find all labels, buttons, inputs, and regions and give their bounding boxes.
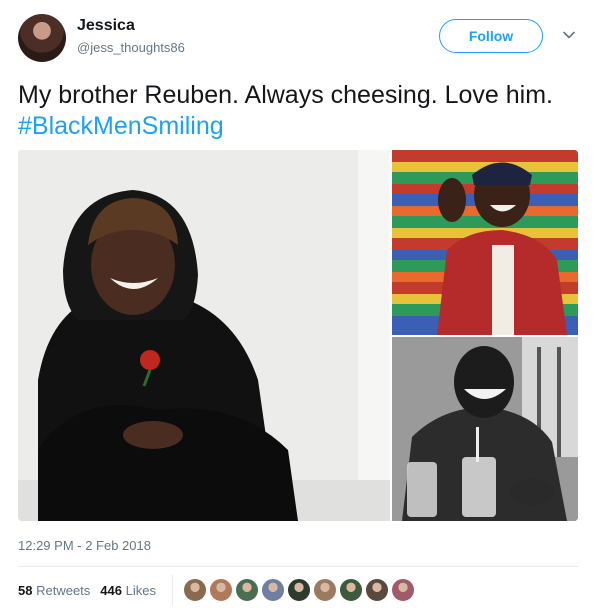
tweet-body: My brother Reuben. Always cheesing. Love… <box>18 81 553 109</box>
liker-avatar[interactable] <box>287 578 311 602</box>
retweets-count: 58 <box>18 583 33 598</box>
liker-avatar[interactable] <box>391 578 415 602</box>
chevron-down-icon[interactable] <box>562 28 576 42</box>
liker-avatar[interactable] <box>183 578 207 602</box>
author-name[interactable]: Jessica <box>77 17 135 35</box>
liker-avatar[interactable] <box>261 578 285 602</box>
tweet-stats: 58 Retweets 446 Likes <box>18 583 156 598</box>
stats-separator <box>172 575 173 605</box>
photo-top-right[interactable] <box>392 150 578 335</box>
liker-avatar[interactable] <box>209 578 233 602</box>
liker-avatar[interactable] <box>339 578 363 602</box>
retweets-label: Retweets <box>36 583 91 598</box>
hashtag-link[interactable]: #BlackMenSmiling <box>18 112 224 140</box>
retweets-stat[interactable]: 58 Retweets <box>18 583 90 598</box>
likes-stat[interactable]: 446 Likes <box>100 583 156 598</box>
author-avatar[interactable] <box>18 14 66 62</box>
likes-count: 446 <box>100 583 122 598</box>
liker-avatar[interactable] <box>235 578 259 602</box>
likers-avatars <box>183 578 415 602</box>
liker-avatar[interactable] <box>313 578 337 602</box>
divider <box>18 566 578 567</box>
likes-label: Likes <box>125 583 156 598</box>
media-grid <box>18 150 578 521</box>
author-handle[interactable]: @jess_thoughts86 <box>77 40 185 55</box>
liker-avatar[interactable] <box>365 578 389 602</box>
tweet-timestamp[interactable]: 12:29 PM - 2 Feb 2018 <box>18 538 151 553</box>
tweet-text: My brother Reuben. Always cheesing. Love… <box>18 80 578 142</box>
photo-bottom-right[interactable] <box>392 337 578 521</box>
follow-button[interactable]: Follow <box>439 19 543 53</box>
photo-main[interactable] <box>18 150 390 521</box>
